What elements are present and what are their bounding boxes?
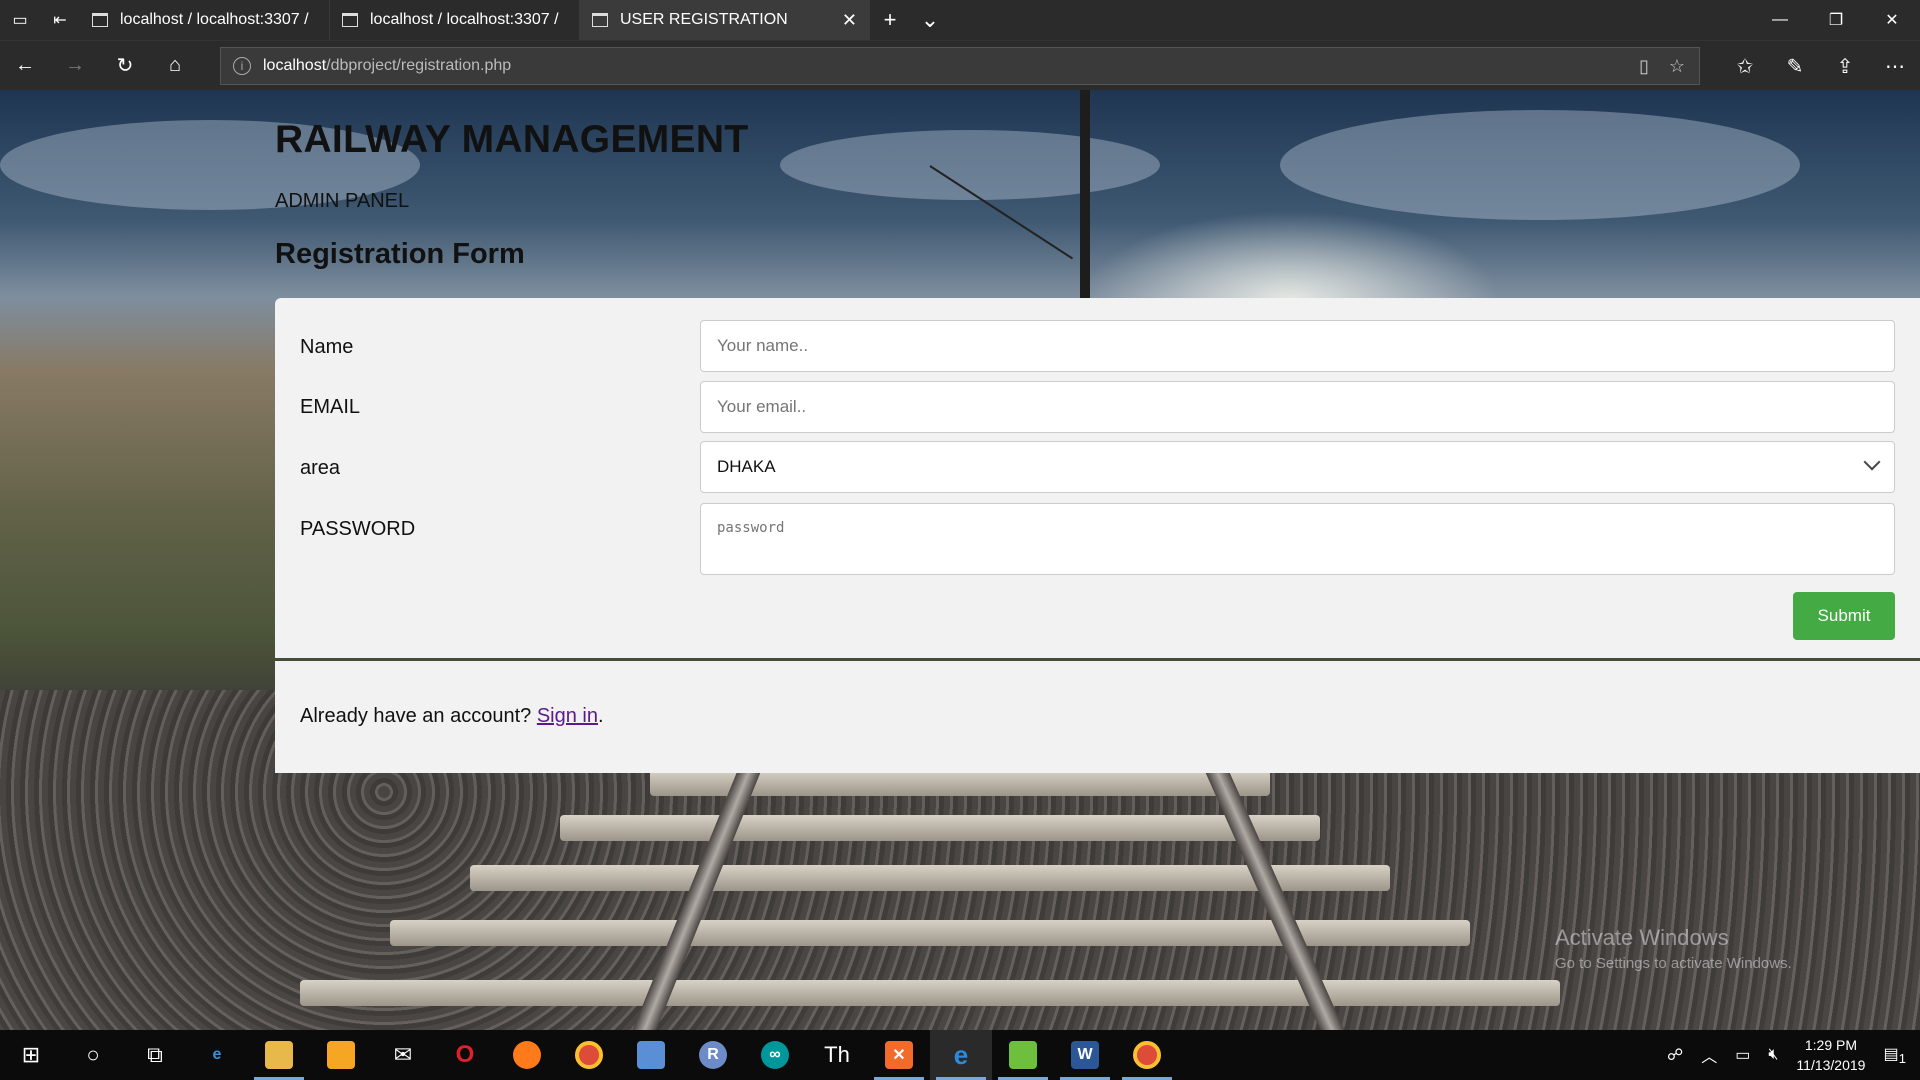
notification-count: 1 — [1898, 1051, 1906, 1067]
site-title: RAILWAY MANAGEMENT — [275, 118, 749, 161]
clock-date: 11/13/2019 — [1796, 1057, 1866, 1073]
email-placeholder: Your email.. — [717, 397, 807, 416]
registration-form-title: Registration Form — [275, 238, 525, 270]
background-cloud — [1280, 110, 1800, 220]
page-icon — [592, 13, 608, 27]
close-window-button[interactable]: ✕ — [1864, 0, 1920, 40]
image-viewer-icon[interactable] — [992, 1030, 1054, 1080]
back-button[interactable]: ← — [0, 41, 50, 91]
page-icon — [92, 13, 108, 27]
forward-button[interactable]: → — [50, 41, 100, 91]
firefox-icon[interactable] — [496, 1030, 558, 1080]
email-label: EMAIL — [300, 396, 361, 418]
site-info-icon[interactable]: i — [233, 57, 251, 75]
clock[interactable]: 1:29 PM 11/13/2019 — [1796, 1035, 1865, 1075]
internet-explorer-icon[interactable]: e — [186, 1030, 248, 1080]
name-input[interactable]: Your name.. — [700, 320, 1895, 372]
tab-phpmyadmin-1[interactable]: localhost / localhost:3307 / — [80, 0, 330, 40]
reading-view-icon[interactable]: ▯ — [1639, 56, 1649, 77]
tab-title: localhost / localhost:3307 / — [120, 11, 309, 28]
set-aside-tabs-icon[interactable]: ⇤ — [40, 0, 80, 40]
more-menu-icon[interactable]: ⋯ — [1870, 41, 1920, 91]
watermark-subtitle: Go to Settings to activate Windows. — [1555, 955, 1792, 972]
tab-title: USER REGISTRATION — [620, 11, 788, 28]
tab-user-registration[interactable]: USER REGISTRATION ✕ — [580, 0, 870, 40]
start-windows-icon[interactable]: ⊞ — [0, 1030, 62, 1080]
restore-button[interactable]: ❐ — [1808, 0, 1864, 40]
chrome-running-icon[interactable] — [1116, 1030, 1178, 1080]
registration-form: Name Your name.. EMAIL Your email.. area… — [275, 298, 1920, 658]
name-label: Name — [300, 336, 354, 358]
track-sleeper — [390, 920, 1470, 946]
track-sleeper — [560, 815, 1320, 841]
area-label: area — [300, 457, 341, 479]
virtualbox-icon[interactable] — [620, 1030, 682, 1080]
xampp-icon[interactable]: ✕ — [868, 1030, 930, 1080]
area-select[interactable]: DHAKA — [700, 441, 1895, 493]
track-sleeper — [300, 980, 1560, 1006]
page-viewport: RAILWAY MANAGEMENT ADMIN PANEL Registrat… — [0, 90, 1920, 1030]
url-host: localhost — [263, 57, 327, 74]
signin-suffix: . — [598, 705, 604, 727]
submit-button[interactable]: Submit — [1793, 592, 1895, 640]
task-view-icon[interactable]: ⧉ — [124, 1030, 186, 1080]
signin-line: Already have an account? Sign in. — [300, 705, 604, 728]
system-tray: ☍ ︿ ▭ 🔇︎ 1:29 PM 11/13/2019 ▤1 — [1667, 1035, 1920, 1075]
word-icon[interactable]: W — [1054, 1030, 1116, 1080]
signin-container: Already have an account? Sign in. — [275, 661, 1920, 773]
share-icon[interactable]: ⇪ — [1820, 41, 1870, 91]
password-label: PASSWORD — [300, 518, 416, 540]
tab-phpmyadmin-2[interactable]: localhost / localhost:3307 / — [330, 0, 580, 40]
page-icon — [342, 13, 358, 27]
chrome-icon[interactable] — [558, 1030, 620, 1080]
password-placeholder: password — [717, 520, 785, 536]
paint-app-icon[interactable] — [310, 1030, 372, 1080]
mail-icon[interactable]: ✉ — [372, 1030, 434, 1080]
signin-prompt: Already have an account? — [300, 705, 532, 727]
admin-panel-label: ADMIN PANEL — [275, 190, 410, 212]
favorite-star-icon[interactable]: ☆ — [1669, 56, 1685, 77]
background-catenary-pole — [1080, 90, 1090, 300]
tab-manager-icon[interactable]: ▭ — [0, 0, 40, 40]
clock-time: 1:29 PM — [1804, 1037, 1857, 1053]
activate-windows-watermark: Activate Windows Go to Settings to activ… — [1555, 925, 1792, 972]
volume-muted-icon[interactable]: 🔇︎ — [1768, 1046, 1778, 1064]
search-circle-icon[interactable]: ○ — [62, 1030, 124, 1080]
arduino-icon[interactable]: ∞ — [744, 1030, 806, 1080]
address-bar[interactable]: i localhost/dbproject/registration.php ▯… — [220, 47, 1700, 85]
home-button[interactable]: ⌂ — [150, 41, 200, 91]
opera-icon[interactable]: O — [434, 1030, 496, 1080]
people-icon[interactable]: ☍ — [1667, 1045, 1683, 1065]
tab-title: localhost / localhost:3307 / — [370, 11, 559, 28]
name-placeholder: Your name.. — [717, 336, 809, 355]
watermark-title: Activate Windows — [1555, 925, 1729, 950]
url-path: /dbproject/registration.php — [326, 57, 512, 74]
r-app-icon[interactable]: R — [682, 1030, 744, 1080]
refresh-button[interactable]: ↻ — [100, 41, 150, 91]
new-tab-button[interactable]: + — [870, 0, 910, 40]
show-hidden-icons-chevron-up-icon[interactable]: ︿ — [1701, 1043, 1717, 1067]
windows-taskbar: ⊞ ○ ⧉ e ✉ O R ∞ Th ✕ e W ☍ ︿ ▭ 🔇︎ 1:29 P… — [0, 1030, 1920, 1080]
action-center-icon[interactable]: ▤1 — [1883, 1044, 1906, 1066]
password-input[interactable]: password — [700, 503, 1895, 575]
browser-tab-bar: ▭ ⇤ localhost / localhost:3307 / localho… — [0, 0, 1920, 40]
text-app-icon[interactable]: Th — [806, 1030, 868, 1080]
signin-link[interactable]: Sign in — [537, 705, 598, 727]
tab-preview-chevron-icon[interactable]: ⌄ — [910, 0, 950, 40]
battery-icon[interactable]: ▭ — [1735, 1045, 1750, 1065]
favorites-hub-icon[interactable]: ✩ — [1720, 41, 1770, 91]
file-explorer-icon[interactable] — [248, 1030, 310, 1080]
chevron-down-icon — [1863, 453, 1881, 471]
browser-nav-bar: ← → ↻ ⌂ i localhost/dbproject/registrati… — [0, 40, 1920, 90]
close-tab-icon[interactable]: ✕ — [842, 10, 857, 31]
email-input[interactable]: Your email.. — [700, 381, 1895, 433]
background-cloud — [780, 130, 1160, 200]
window-controls: — ❐ ✕ — [1752, 0, 1920, 40]
minimize-button[interactable]: — — [1752, 0, 1808, 40]
area-selected-value: DHAKA — [717, 457, 776, 476]
background-railway-tracks — [0, 757, 1920, 1030]
web-note-icon[interactable]: ✎ — [1770, 41, 1820, 91]
edge-icon[interactable]: e — [930, 1030, 992, 1080]
